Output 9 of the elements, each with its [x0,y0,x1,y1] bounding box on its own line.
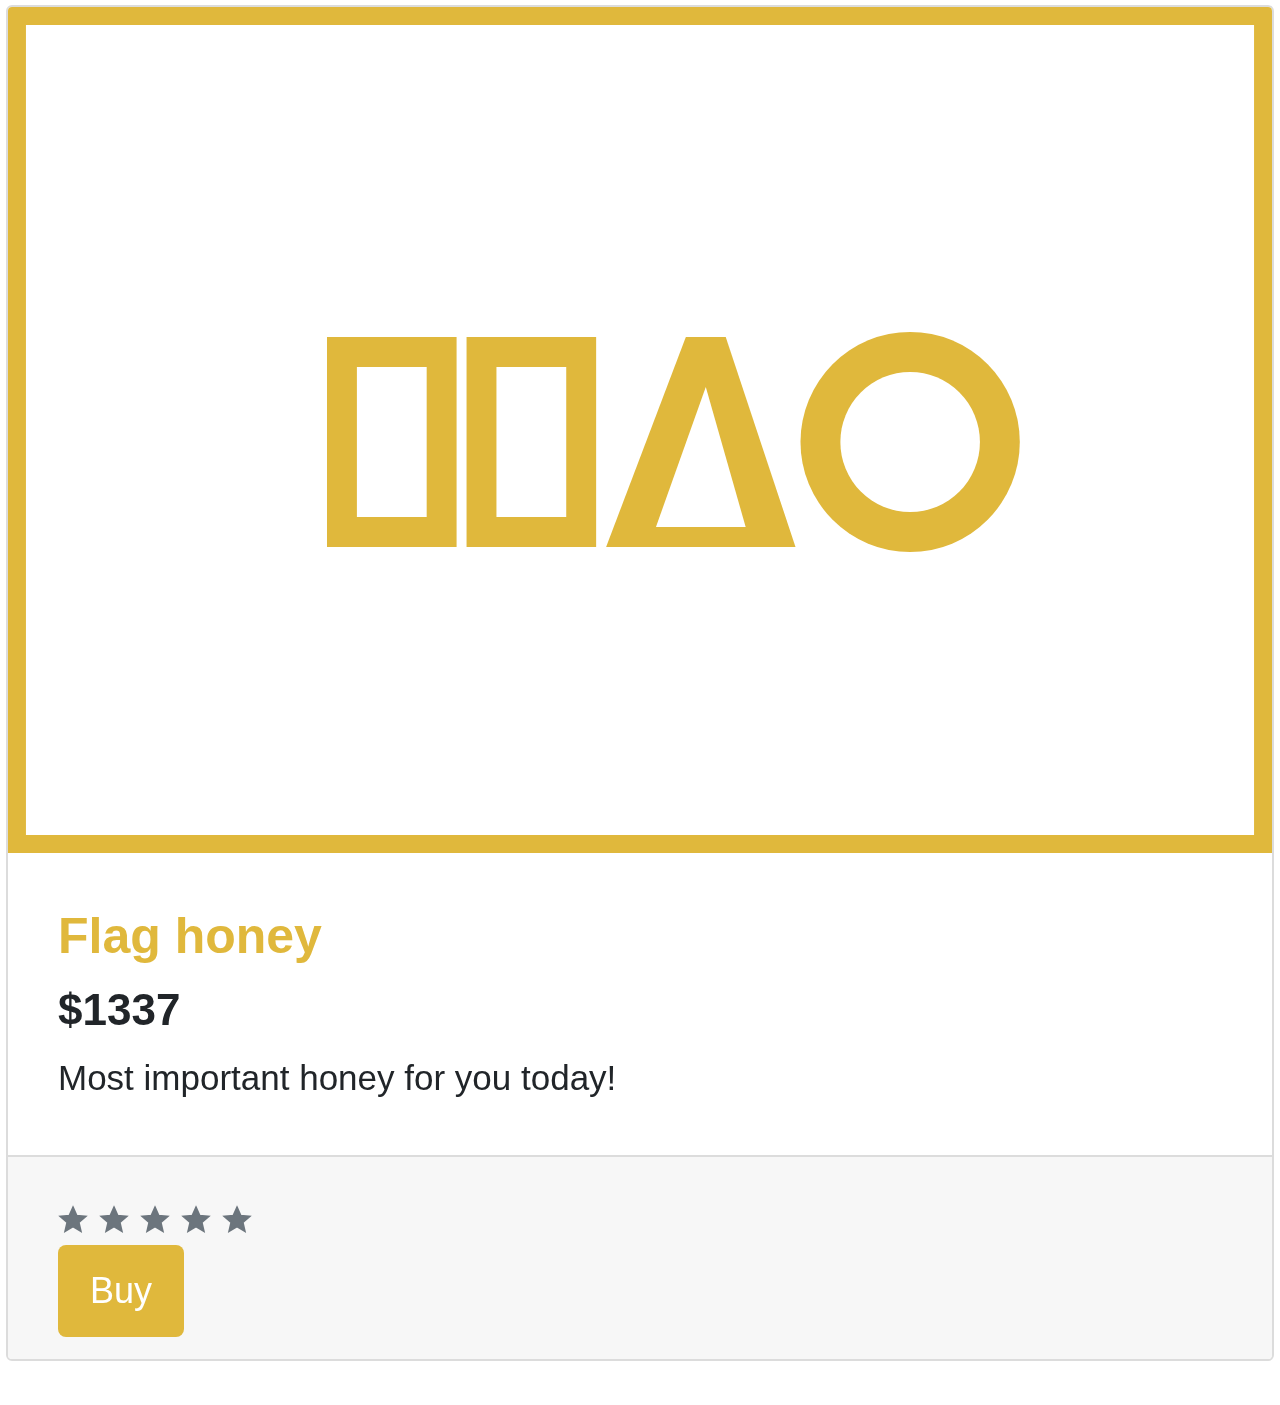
star-icon [181,1205,211,1235]
product-title: Flag honey [58,908,323,964]
star-icon [222,1205,252,1235]
star-icon [99,1205,129,1235]
product-price: $1337 [58,984,182,1036]
buy-button[interactable]: Buy [58,1245,185,1337]
star-icon [58,1205,88,1235]
product-description: Most important honey for you today! [58,1057,618,1099]
star-icon [140,1205,170,1235]
